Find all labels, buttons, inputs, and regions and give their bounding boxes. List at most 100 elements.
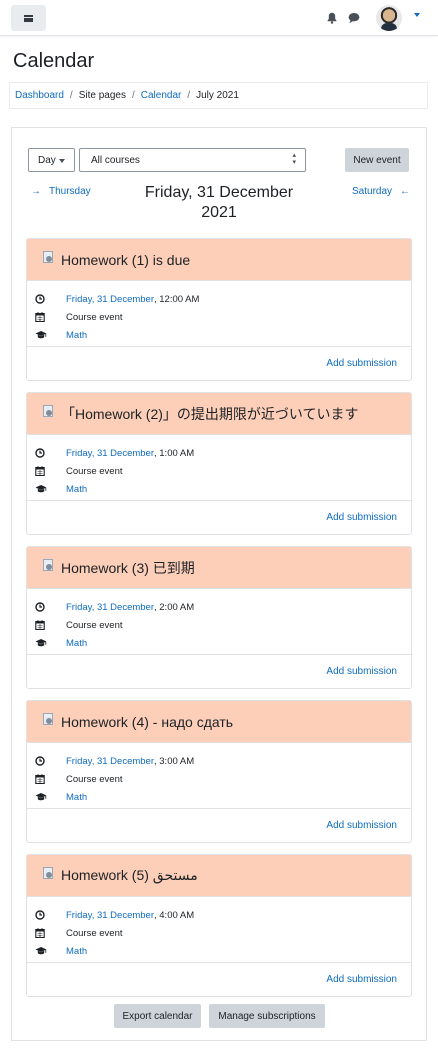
event-course-row: Math — [27, 942, 411, 960]
event-header: 「Homework (2)」の提出期限が近づいています — [27, 393, 411, 435]
next-day-link[interactable]: Saturday ← — [352, 186, 410, 197]
event-date-link[interactable]: Friday, 31 December — [66, 294, 154, 305]
event-time: , 12:00 AM — [154, 293, 200, 305]
calendar-icon — [27, 312, 66, 322]
event-type: Course event — [66, 311, 123, 323]
event-date-row: Friday, 31 December, 2:00 AM — [27, 598, 411, 616]
chat-icon[interactable] — [348, 12, 360, 24]
event-footer: Add submission — [27, 809, 411, 842]
breadcrumb-separator: / — [69, 90, 73, 101]
event-date-link[interactable]: Friday, 31 December — [66, 448, 154, 459]
next-day-label: Saturday — [352, 186, 393, 197]
export-calendar-button[interactable]: Export calendar — [114, 1004, 201, 1028]
bell-icon[interactable] — [327, 12, 337, 24]
event-type: Course event — [66, 619, 123, 631]
event-details: Friday, 31 December, 1:00 AM Course event… — [27, 435, 411, 501]
breadcrumb: Dashboard / Site pages / Calendar / July… — [9, 82, 428, 109]
event-type-row: Course event — [27, 308, 411, 326]
event-date-row: Friday, 31 December, 1:00 AM — [27, 444, 411, 462]
clock-icon — [27, 448, 66, 458]
assignment-icon — [41, 250, 53, 263]
assignment-icon — [41, 404, 53, 417]
clock-icon — [27, 294, 66, 304]
assignment-icon — [41, 712, 53, 725]
event-date-row: Friday, 31 December, 4:00 AM — [27, 906, 411, 924]
new-event-button[interactable]: New event — [345, 148, 409, 172]
arrow-left-icon: → — [31, 186, 41, 197]
user-avatar[interactable] — [376, 5, 402, 31]
event-header: Homework (3) 已到期 — [27, 547, 411, 589]
event-footer: Add submission — [27, 347, 411, 380]
manage-subscriptions-button[interactable]: Manage subscriptions — [209, 1004, 325, 1028]
chevron-down-icon[interactable] — [414, 13, 420, 17]
breadcrumb-dashboard[interactable]: Dashboard — [15, 90, 64, 101]
event-header: Homework (5) مستحق — [27, 855, 411, 897]
add-submission-link[interactable]: Add submission — [326, 666, 397, 677]
graduation-cap-icon — [27, 946, 66, 956]
drawer-toggle-button[interactable] — [11, 5, 46, 31]
day-title-line1: Friday, 31 December — [144, 184, 294, 201]
breadcrumb-site-pages: Site pages — [78, 90, 126, 101]
event-title: 「Homework (2)」の提出期限が近づいています — [61, 405, 359, 422]
add-submission-link[interactable]: Add submission — [326, 974, 397, 985]
event-card: Homework (1) is due Friday, 31 December, … — [26, 238, 412, 381]
event-date-link[interactable]: Friday, 31 December — [66, 910, 154, 921]
event-details: Friday, 31 December, 2:00 AM Course event… — [27, 589, 411, 655]
event-course-link[interactable]: Math — [66, 330, 87, 341]
graduation-cap-icon — [27, 484, 66, 494]
event-title: Homework (3) 已到期 — [61, 559, 195, 576]
event-header: Homework (1) is due — [27, 239, 411, 281]
event-course-row: Math — [27, 634, 411, 652]
event-time: , 3:00 AM — [154, 755, 195, 767]
event-footer: Add submission — [27, 963, 411, 996]
event-course-link[interactable]: Math — [66, 484, 87, 495]
event-details: Friday, 31 December, 4:00 AM Course event… — [27, 897, 411, 963]
event-type-row: Course event — [27, 924, 411, 942]
event-footer: Add submission — [27, 501, 411, 534]
breadcrumb-calendar[interactable]: Calendar — [141, 90, 182, 101]
event-course-link[interactable]: Math — [66, 946, 87, 957]
view-select[interactable]: Day — [28, 148, 75, 172]
calendar-icon — [27, 466, 66, 476]
page-title: Calendar — [13, 50, 95, 72]
event-type-row: Course event — [27, 616, 411, 634]
breadcrumb-current: July 2021 — [196, 90, 239, 101]
clock-icon — [27, 910, 66, 920]
day-title-line2: 2021 — [201, 204, 237, 221]
course-select[interactable]: All courses — [79, 148, 306, 172]
previous-day-link[interactable]: → Thursday — [31, 186, 91, 197]
event-title: Homework (5) مستحق — [61, 867, 198, 883]
day-title: Friday, 31 December 2021 — [139, 183, 299, 223]
graduation-cap-icon — [27, 638, 66, 648]
event-card: Homework (3) 已到期 Friday, 31 December, 2:0… — [26, 546, 412, 689]
event-title: Homework (4) - надо сдать — [61, 713, 234, 730]
calendar-icon — [27, 620, 66, 630]
breadcrumb-separator: / — [187, 90, 191, 101]
event-course-link[interactable]: Math — [66, 638, 87, 649]
event-type-row: Course event — [27, 770, 411, 788]
event-date-link[interactable]: Friday, 31 December — [66, 756, 154, 767]
event-course-link[interactable]: Math — [66, 792, 87, 803]
event-time: , 1:00 AM — [154, 447, 195, 459]
event-type: Course event — [66, 927, 123, 939]
add-submission-link[interactable]: Add submission — [326, 358, 397, 369]
calendar-icon — [27, 774, 66, 784]
breadcrumb-separator: / — [131, 90, 135, 101]
event-date-row: Friday, 31 December, 12:00 AM — [27, 290, 411, 308]
add-submission-link[interactable]: Add submission — [326, 820, 397, 831]
event-details: Friday, 31 December, 3:00 AM Course event… — [27, 743, 411, 809]
graduation-cap-icon — [27, 330, 66, 340]
add-submission-link[interactable]: Add submission — [326, 512, 397, 523]
event-card: Homework (4) - надо сдать Friday, 31 Dece… — [26, 700, 412, 843]
event-header: Homework (4) - надо сдать — [27, 701, 411, 743]
assignment-icon — [41, 558, 53, 571]
graduation-cap-icon — [27, 792, 66, 802]
event-card: Homework (5) مستحق Friday, 31 December, 4… — [26, 854, 412, 997]
event-course-row: Math — [27, 788, 411, 806]
event-date-row: Friday, 31 December, 3:00 AM — [27, 752, 411, 770]
arrow-right-icon: ← — [400, 186, 411, 197]
event-type: Course event — [66, 773, 123, 785]
calendar-icon — [27, 928, 66, 938]
event-date-link[interactable]: Friday, 31 December — [66, 602, 154, 613]
clock-icon — [27, 602, 66, 612]
